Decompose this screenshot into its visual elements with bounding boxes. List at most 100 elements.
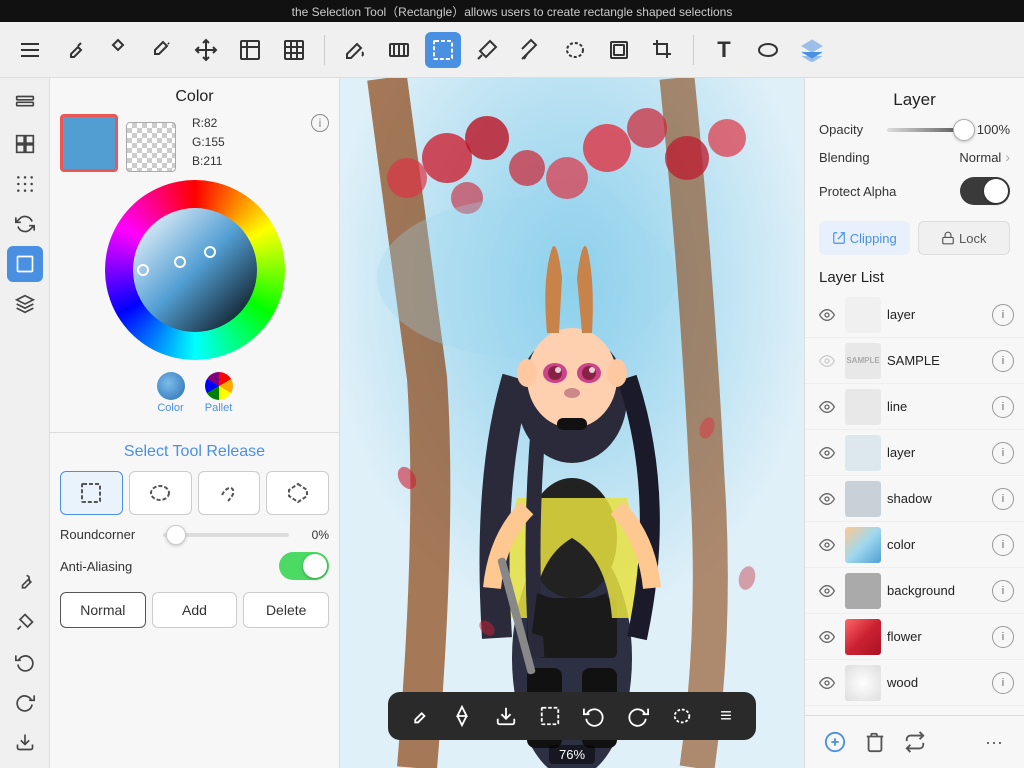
layer-info-0[interactable]: i — [992, 304, 1014, 326]
sidebar-layers-btn[interactable] — [7, 86, 43, 122]
ellipse-button[interactable] — [750, 32, 786, 68]
color-tab-color-icon — [157, 372, 185, 400]
layer-eye-5[interactable] — [815, 533, 839, 557]
layer-eye-2[interactable] — [815, 395, 839, 419]
sidebar-pen-btn[interactable] — [7, 564, 43, 600]
sidebar-eyedrop-btn[interactable] — [7, 604, 43, 640]
select-ellipse-btn[interactable] — [129, 471, 192, 515]
text-button[interactable]: T — [706, 32, 742, 68]
color-wheel-wrapper[interactable] — [105, 180, 285, 360]
layer-info-7[interactable]: i — [992, 626, 1014, 648]
layer-info-4[interactable]: i — [992, 488, 1014, 510]
lasso-button[interactable] — [557, 32, 593, 68]
canvas-lasso-btn[interactable] — [668, 702, 696, 730]
canvas-pen-btn[interactable] — [404, 702, 432, 730]
canvas-menu-btn[interactable]: ≡ — [712, 702, 740, 730]
crop-button[interactable] — [645, 32, 681, 68]
color-tab-color-label: Color — [157, 402, 183, 414]
canvas-redo-btn[interactable] — [624, 702, 652, 730]
opacity-slider[interactable] — [887, 128, 964, 132]
layer-eye-8[interactable] — [815, 671, 839, 695]
diamond-tool-button[interactable] — [100, 32, 136, 68]
canvas-download-btn[interactable] — [492, 702, 520, 730]
color-tab-pallet[interactable]: Pallet — [205, 372, 233, 414]
layer-name-7: flower — [887, 629, 992, 644]
clipping-button[interactable]: Clipping — [819, 221, 910, 255]
layer-name-5: color — [887, 537, 992, 552]
layer-eye-4[interactable] — [815, 487, 839, 511]
canvas-area[interactable]: ≡ 76% — [340, 78, 804, 768]
sidebar-rotate-btn[interactable] — [7, 206, 43, 242]
layer-eye-1[interactable] — [815, 349, 839, 373]
layer-eye-3[interactable] — [815, 441, 839, 465]
layer-info-5[interactable]: i — [992, 534, 1014, 556]
canvas-diamond-btn[interactable] — [448, 702, 476, 730]
fill-tool-button[interactable] — [144, 32, 180, 68]
main-layout: Color R:82 G:155 B:211 i — [0, 78, 1024, 768]
opacity-thumb[interactable] — [953, 119, 975, 141]
layer-panel-title: Layer — [805, 78, 1024, 118]
layer-thumb-4 — [845, 481, 881, 517]
layer-eye-6[interactable] — [815, 579, 839, 603]
select-polygon-btn[interactable] — [266, 471, 329, 515]
select-rect-btn[interactable] — [60, 471, 123, 515]
canvas-undo-btn[interactable] — [580, 702, 608, 730]
select-tool-release[interactable]: Release — [206, 443, 265, 460]
gradient-button[interactable] — [381, 32, 417, 68]
color-wheel-svg[interactable] — [105, 180, 285, 360]
layer-item: layer i — [805, 292, 1024, 338]
layer-info-3[interactable]: i — [992, 442, 1014, 464]
lock-button[interactable]: Lock — [918, 221, 1011, 255]
color-tabs: Color Pallet — [60, 368, 329, 422]
color-tab-color[interactable]: Color — [157, 372, 185, 414]
menu-button[interactable] — [12, 32, 48, 68]
move-tool-button[interactable] — [188, 32, 224, 68]
mode-normal-btn[interactable]: Normal — [60, 592, 146, 628]
sidebar-export-btn[interactable] — [7, 724, 43, 760]
blending-chevron[interactable]: › — [1005, 149, 1010, 165]
copy-stamp-button[interactable] — [601, 32, 637, 68]
layer-info-8[interactable]: i — [992, 672, 1014, 694]
pen-tool-button[interactable] — [56, 32, 92, 68]
sidebar-layers-panel-btn[interactable] — [7, 286, 43, 322]
transform-button[interactable] — [232, 32, 268, 68]
layer-info-6[interactable]: i — [992, 580, 1014, 602]
layer-list: layer i SAMPLE SAMPLE i line i — [805, 292, 1024, 715]
roundcorner-track[interactable] — [163, 533, 289, 537]
select-freehand-btn[interactable] — [198, 471, 261, 515]
layer-item: wood i — [805, 660, 1024, 706]
paint-bucket-button[interactable] — [337, 32, 373, 68]
add-layer-btn[interactable] — [819, 726, 851, 758]
delete-layer-btn[interactable] — [859, 726, 891, 758]
sidebar-redo-btn[interactable] — [7, 684, 43, 720]
layers-top-button[interactable] — [794, 32, 830, 68]
selection-rect-button[interactable] — [425, 32, 461, 68]
blending-label: Blending — [819, 150, 959, 165]
layer-eye-0[interactable] — [815, 303, 839, 327]
mode-add-btn[interactable]: Add — [152, 592, 238, 628]
color-info-icon[interactable]: i — [311, 114, 329, 132]
move-layer-btn[interactable] — [899, 726, 931, 758]
eyedropper-button[interactable] — [469, 32, 505, 68]
primary-color-swatch[interactable] — [60, 114, 118, 172]
sidebar-grid-btn[interactable] — [7, 126, 43, 162]
secondary-color-swatch[interactable] — [126, 122, 176, 172]
mode-delete-btn[interactable]: Delete — [243, 592, 329, 628]
roundcorner-row: Roundcorner 0% — [60, 527, 329, 542]
sidebar-dotgrid-btn[interactable] — [7, 166, 43, 202]
more-layer-btn[interactable]: ··· — [978, 726, 1010, 758]
canvas-artwork — [340, 78, 804, 768]
canvas-select-btn[interactable] — [536, 702, 564, 730]
antialiasing-toggle[interactable] — [279, 552, 329, 580]
sidebar-active-tool-btn[interactable] — [7, 246, 43, 282]
roundcorner-thumb[interactable] — [166, 525, 186, 545]
left-panel: Color R:82 G:155 B:211 i — [50, 78, 340, 768]
color-info: R:82 G:155 B:211 — [192, 114, 303, 172]
select-pen-button[interactable] — [513, 32, 549, 68]
protect-alpha-toggle[interactable] — [960, 177, 1010, 205]
sidebar-undo-btn[interactable] — [7, 644, 43, 680]
layer-info-2[interactable]: i — [992, 396, 1014, 418]
transform-free-button[interactable] — [276, 32, 312, 68]
layer-info-1[interactable]: i — [992, 350, 1014, 372]
layer-eye-7[interactable] — [815, 625, 839, 649]
